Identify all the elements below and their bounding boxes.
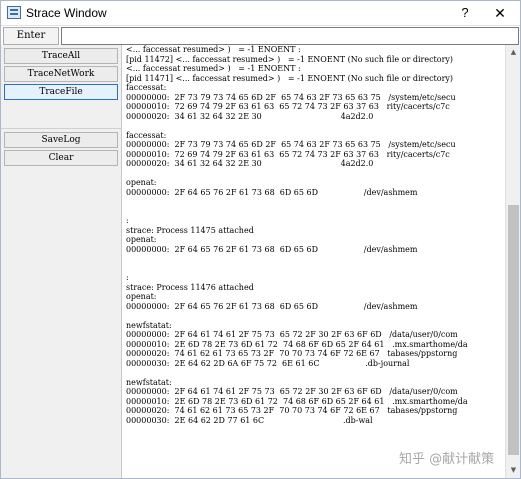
trace-network-button[interactable]: TraceNetWork xyxy=(4,66,118,82)
output-line: <... faccessat resumed> ) = -1 ENOENT : xyxy=(126,64,301,73)
output-line: 00000000: 2F 64 61 74 61 2F 75 73 65 72 … xyxy=(126,330,458,339)
save-log-button[interactable]: SaveLog xyxy=(4,132,118,148)
output-line: strace: Process 11475 attached xyxy=(126,225,254,235)
output-line: 00000020: 34 61 32 64 32 2E 30 4a2d2.0 xyxy=(126,111,374,121)
trace-all-button[interactable]: TraceAll xyxy=(4,48,118,64)
output-line: strace: Process 11476 attached xyxy=(126,282,254,292)
vertical-scrollbar[interactable]: ▲ ▼ xyxy=(505,45,520,478)
output-line: faccessat: xyxy=(126,83,167,92)
output-line: openat: xyxy=(126,235,157,244)
output-line: 00000000: 2F 64 65 76 2F 61 73 68 6D 65 … xyxy=(126,301,418,311)
help-button[interactable]: ? xyxy=(445,1,485,25)
app-window-icon xyxy=(7,6,21,19)
watermark: 知乎 @献计献策 xyxy=(399,452,495,467)
output-line: : xyxy=(126,273,129,282)
output-line: 00000010: 72 69 74 79 2F 63 61 63 65 72 … xyxy=(126,149,450,159)
panel-divider xyxy=(1,128,121,129)
output-line: openat: xyxy=(126,178,157,187)
scroll-down-icon[interactable]: ▼ xyxy=(506,463,521,478)
enter-button[interactable]: Enter xyxy=(3,27,59,45)
scroll-up-icon[interactable]: ▲ xyxy=(506,45,521,60)
output-line: [pid 11471] <... faccessat resumed> ) = … xyxy=(126,73,454,83)
output-line: [pid 11472] <... faccessat resumed> ) = … xyxy=(126,54,454,64)
output-line: 00000030: 2E 64 62 2D 77 61 6C .db-wal xyxy=(126,415,373,425)
output-line: newfstatat: xyxy=(126,320,172,330)
title-bar[interactable]: Strace Window ? ✕ xyxy=(1,1,520,25)
output-line: faccessat: xyxy=(126,130,167,140)
command-bar: Enter xyxy=(1,25,520,45)
output-line: newfstatat: xyxy=(126,377,172,387)
output-line: openat: xyxy=(126,292,157,301)
strace-output-area[interactable]: <... faccessat resumed> ) = -1 ENOENT :[… xyxy=(121,45,505,478)
output-line: 00000010: 2E 6D 78 2E 73 6D 61 72 74 68 … xyxy=(126,339,468,349)
output-line: 00000000: 2F 73 79 73 74 65 6D 2F 65 74 … xyxy=(126,140,456,149)
output-line: 00000020: 34 61 32 64 32 2E 30 4a2d2.0 xyxy=(126,159,374,168)
output-line: 00000030: 2E 64 62 2D 6A 6F 75 72 6E 61 … xyxy=(126,358,410,368)
clear-button[interactable]: Clear xyxy=(4,150,118,166)
output-lines: <... faccessat resumed> ) = -1 ENOENT :[… xyxy=(126,45,468,425)
output-line: : xyxy=(126,216,129,225)
scroll-thumb[interactable] xyxy=(508,205,519,455)
output-line: <... faccessat resumed> ) = -1 ENOENT : xyxy=(126,45,301,54)
output-line: 00000000: 2F 73 79 73 74 65 6D 2F 65 74 … xyxy=(126,92,456,102)
output-line: 00000010: 72 69 74 79 2F 63 61 63 65 72 … xyxy=(126,102,450,111)
output-line: 00000020: 74 61 62 61 73 65 73 2F 70 70 … xyxy=(126,349,458,358)
output-line: 00000000: 2F 64 61 74 61 2F 75 73 65 72 … xyxy=(126,387,458,396)
trace-file-button[interactable]: TraceFile xyxy=(4,84,118,100)
strace-window: Strace Window ? ✕ Enter TraceAll TraceNe… xyxy=(0,0,521,479)
window-title: Strace Window xyxy=(26,6,107,20)
output-line: 00000020: 74 61 62 61 73 65 73 2F 70 70 … xyxy=(126,406,458,415)
close-button[interactable]: ✕ xyxy=(480,1,520,25)
output-line: 00000000: 2F 64 65 76 2F 61 73 68 6D 65 … xyxy=(126,187,418,197)
action-panel: TraceAll TraceNetWork TraceFile SaveLog … xyxy=(1,45,121,478)
command-input[interactable] xyxy=(61,27,519,45)
output-line: 00000010: 2E 6D 78 2E 73 6D 61 72 74 68 … xyxy=(126,396,468,406)
output-line: 00000000: 2F 64 65 76 2F 61 73 68 6D 65 … xyxy=(126,244,418,254)
